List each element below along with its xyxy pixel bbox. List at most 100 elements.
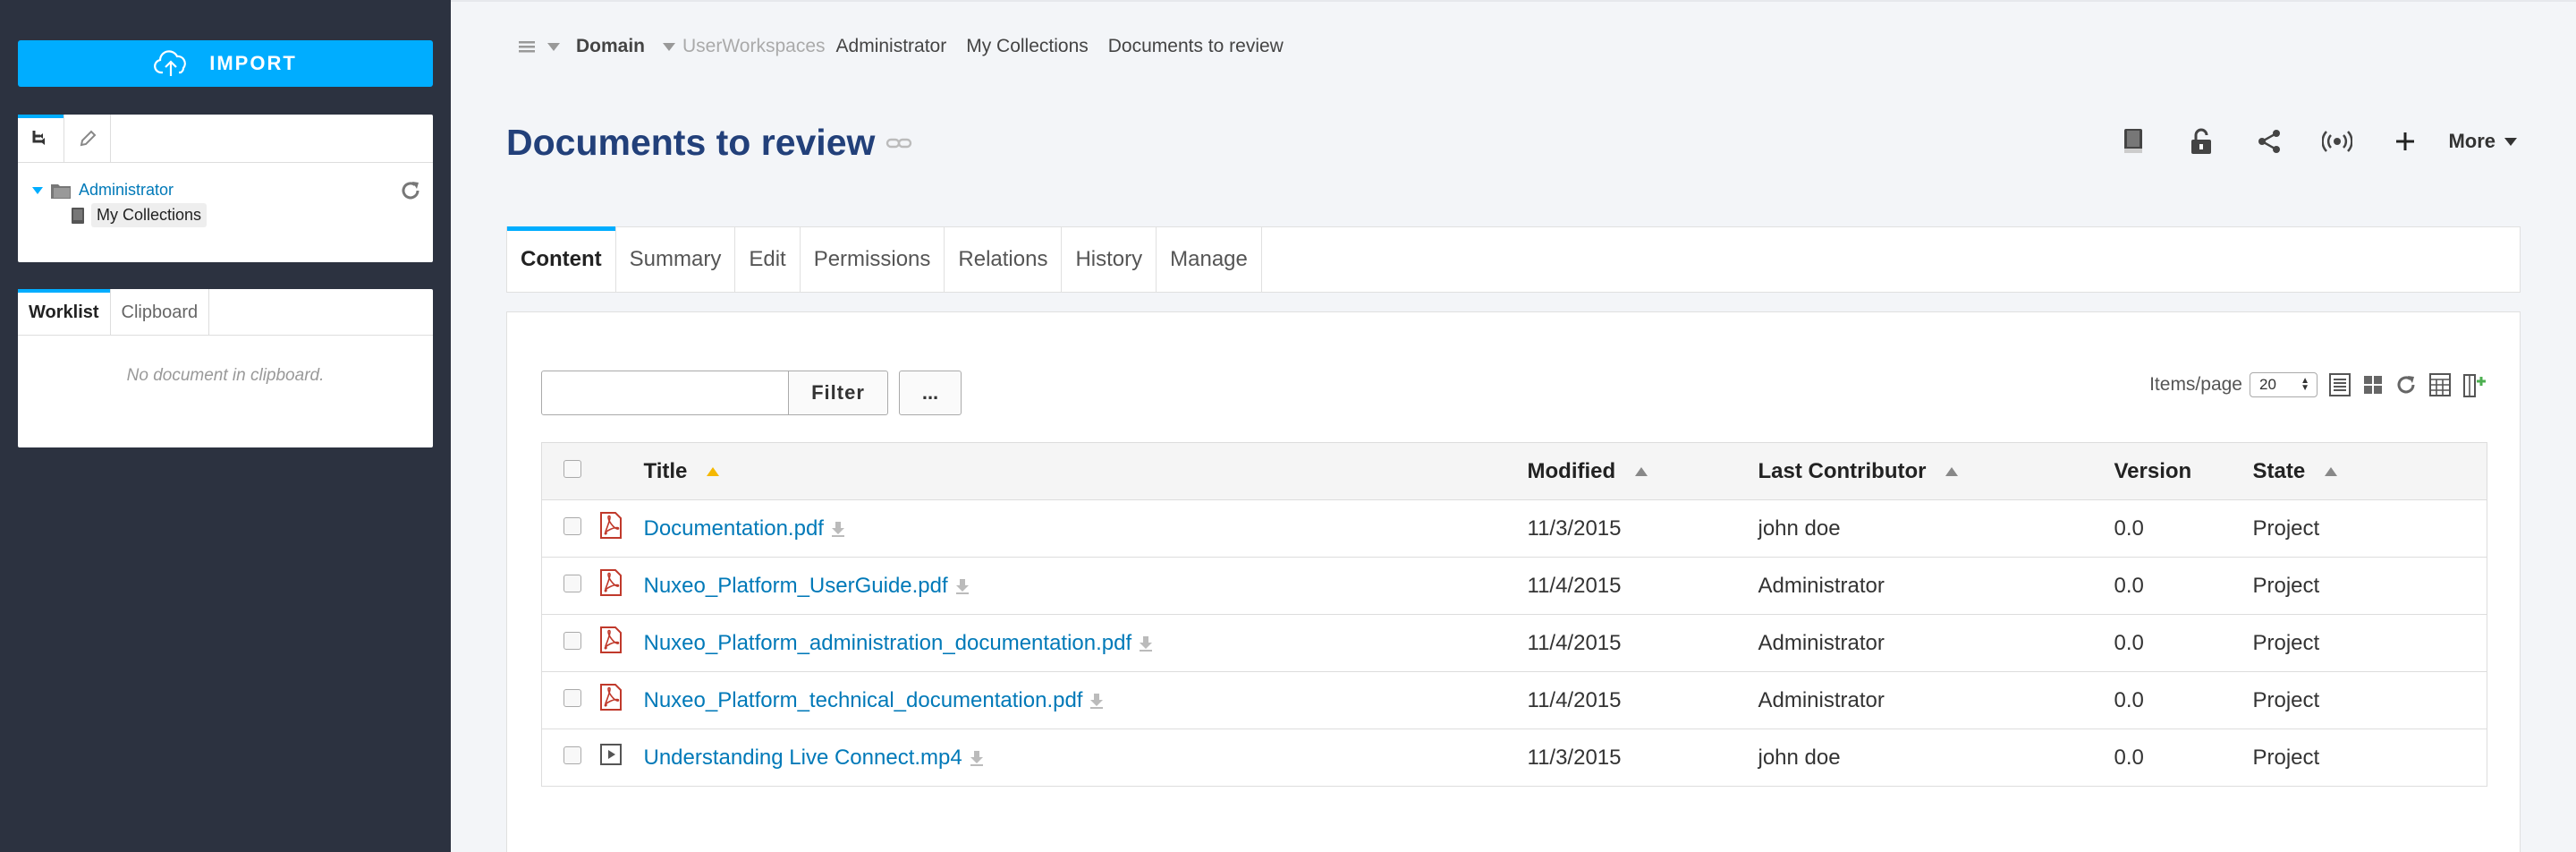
refresh-tree-button[interactable] xyxy=(399,179,422,207)
doc-version: 0.0 xyxy=(2114,671,2253,729)
table-row[interactable]: Nuxeo_Platform_UserGuide.pdf 11/4/2015 Adm… xyxy=(541,557,2487,615)
add-to-collection-button[interactable] xyxy=(2099,124,2167,159)
worklist-tabs: Worklist Clipboard xyxy=(18,289,433,336)
share-button[interactable] xyxy=(2235,124,2303,159)
table-row[interactable]: Nuxeo_Platform_technical_documentation.p… xyxy=(541,671,2487,729)
tree-item-administrator[interactable]: Administrator xyxy=(32,181,174,200)
tab-summary[interactable]: Summary xyxy=(616,227,736,292)
filter-input[interactable] xyxy=(541,371,790,415)
tab-history[interactable]: History xyxy=(1062,227,1157,292)
permalink-icon[interactable] xyxy=(886,136,912,150)
filter-button[interactable]: Filter xyxy=(788,371,888,415)
subscribe-button[interactable] xyxy=(2303,124,2371,159)
doc-state: Project xyxy=(2252,557,2487,615)
row-checkbox[interactable] xyxy=(564,688,581,707)
tab-clipboard[interactable]: Clipboard xyxy=(111,289,210,336)
doc-version: 0.0 xyxy=(2114,557,2253,615)
doc-title-link[interactable]: Documentation.pdf xyxy=(644,516,824,541)
tab-edit[interactable]: Edit xyxy=(735,227,801,292)
doc-type-cell xyxy=(598,728,644,787)
tab-navigation-tree[interactable] xyxy=(18,115,64,163)
lock-button[interactable] xyxy=(2167,124,2235,159)
video-file-icon xyxy=(599,744,622,765)
plus-icon xyxy=(2396,132,2415,150)
worklist-panel: Worklist Clipboard No document in clipbo… xyxy=(18,289,433,447)
doc-state: Project xyxy=(2252,614,2487,672)
table-header-row: Title Modified Last Contributor Version … xyxy=(541,442,2487,500)
tab-permissions[interactable]: Permissions xyxy=(801,227,945,292)
more-actions-label: More xyxy=(2448,130,2496,152)
tab-content[interactable]: Content xyxy=(507,226,616,292)
tab-edit-tree[interactable] xyxy=(64,115,111,163)
chevron-down-icon xyxy=(2504,137,2517,146)
list-view-button[interactable] xyxy=(2328,372,2351,397)
column-header-modified[interactable]: Modified xyxy=(1527,442,1758,500)
row-checkbox[interactable] xyxy=(564,746,581,764)
column-header-state[interactable]: State xyxy=(2252,442,2487,500)
menu-dropdown-icon[interactable] xyxy=(547,42,560,51)
doc-modified: 11/4/2015 xyxy=(1527,614,1758,672)
column-header-last-contributor[interactable]: Last Contributor xyxy=(1758,442,2114,500)
download-icon[interactable] xyxy=(955,578,970,595)
select-arrows-icon: ▲ ▼ xyxy=(2301,376,2309,393)
doc-title-cell: Understanding Live Connect.mp4 xyxy=(643,728,1528,787)
advanced-filter-button[interactable]: ... xyxy=(899,371,962,415)
spreadsheet-button[interactable] xyxy=(2428,372,2452,397)
row-checkbox[interactable] xyxy=(564,516,581,535)
download-icon[interactable] xyxy=(831,521,845,538)
row-checkbox[interactable] xyxy=(564,574,581,592)
refresh-listing-button[interactable] xyxy=(2394,373,2418,396)
table-row[interactable]: Understanding Live Connect.mp4 11/3/2015 j… xyxy=(541,728,2487,787)
doc-title-link[interactable]: Nuxeo_Platform_administration_documentat… xyxy=(644,631,1132,655)
doc-type-cell xyxy=(598,499,644,558)
add-button[interactable] xyxy=(2371,124,2439,159)
list-view-icon xyxy=(2329,373,2351,396)
import-button[interactable]: IMPORT xyxy=(18,40,433,87)
document-tabs: Content Summary Edit Permissions Relatio… xyxy=(506,226,2521,293)
row-checkbox[interactable] xyxy=(564,631,581,650)
add-column-button[interactable] xyxy=(2462,371,2489,398)
add-column-icon xyxy=(2463,374,2486,397)
doc-contributor: Administrator xyxy=(1758,557,2114,615)
table-row[interactable]: Nuxeo_Platform_administration_documentat… xyxy=(541,614,2487,672)
download-icon[interactable] xyxy=(970,750,984,767)
main-content: Domain UserWorkspaces Administrator My C… xyxy=(451,0,2576,852)
page-title: Documents to review xyxy=(506,122,912,164)
sort-ascending-icon[interactable] xyxy=(707,467,720,477)
doc-title-link[interactable]: Nuxeo_Platform_UserGuide.pdf xyxy=(644,574,948,598)
tab-relations[interactable]: Relations xyxy=(945,227,1063,292)
table-row[interactable]: Documentation.pdf 11/3/2015 john doe 0.0 Pro… xyxy=(541,499,2487,558)
tab-manage[interactable]: Manage xyxy=(1157,227,1262,292)
column-header-title[interactable]: Title xyxy=(643,442,1528,500)
breadcrumb-workspaces[interactable]: UserWorkspaces xyxy=(682,36,826,57)
pdf-file-icon xyxy=(599,569,622,596)
doc-title-link[interactable]: Understanding Live Connect.mp4 xyxy=(644,746,962,770)
doc-contributor: Administrator xyxy=(1758,614,2114,672)
download-icon[interactable] xyxy=(1089,693,1104,710)
sort-icon[interactable] xyxy=(1635,467,1648,477)
more-actions-button[interactable]: More xyxy=(2448,130,2517,153)
select-all-checkbox[interactable] xyxy=(564,459,581,478)
expand-triangle-icon[interactable] xyxy=(32,186,43,194)
content-panel: Filter ... Items/page 20 ▲ ▼ Title Modif… xyxy=(506,311,2521,852)
doc-type-cell xyxy=(598,557,644,615)
items-per-page-select[interactable]: 20 ▲ ▼ xyxy=(2250,372,2318,397)
breadcrumb-domain[interactable]: Domain xyxy=(576,36,645,57)
tree-item-my-collections[interactable]: My Collections xyxy=(70,203,208,227)
clipboard-empty-message: No document in clipboard. xyxy=(126,366,325,385)
column-contributor-label: Last Contributor xyxy=(1758,458,1927,483)
breadcrumb-my-collections[interactable]: My Collections xyxy=(966,36,1089,57)
share-icon xyxy=(2258,130,2281,153)
doc-title-link[interactable]: Nuxeo_Platform_technical_documentation.p… xyxy=(644,688,1083,712)
sort-icon[interactable] xyxy=(2325,467,2338,477)
menu-icon[interactable] xyxy=(519,39,535,54)
breadcrumb-administrator[interactable]: Administrator xyxy=(836,36,947,57)
breadcrumb-documents-to-review: Documents to review xyxy=(1107,36,1284,56)
sort-icon[interactable] xyxy=(1945,467,1959,477)
domain-dropdown-icon[interactable] xyxy=(663,42,676,51)
thumbnail-view-button[interactable] xyxy=(2362,374,2384,396)
download-icon[interactable] xyxy=(1139,635,1153,652)
tab-worklist[interactable]: Worklist xyxy=(18,289,111,336)
column-version-label: Version xyxy=(2114,458,2192,483)
doc-modified: 11/3/2015 xyxy=(1527,728,1758,787)
